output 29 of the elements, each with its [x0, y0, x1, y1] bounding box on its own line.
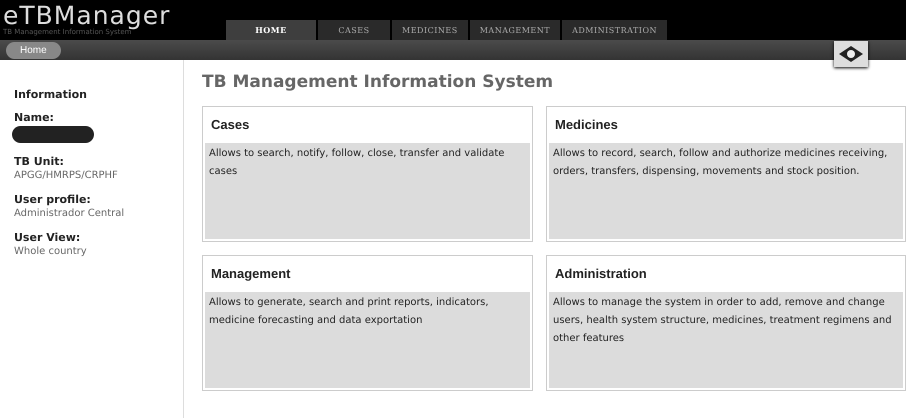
nav-tab[interactable]: MANAGEMENT	[470, 20, 560, 40]
module-card[interactable]: Cases Allows to search, notify, follow, close, transfer and validate cases	[202, 106, 533, 242]
nav-tab[interactable]: HOME	[226, 20, 316, 40]
card-title: Management	[210, 265, 292, 283]
sidebar-heading: Information	[14, 88, 88, 101]
field-value: Whole country	[14, 246, 88, 257]
card-description: Allows to manage the system in order to add, remove and change users, health system structure, medicines, treatment regimens and other features	[549, 292, 903, 388]
field-label: TB Unit:	[14, 155, 65, 168]
field-label: Name:	[14, 111, 55, 124]
page-title: TB Management Information System	[202, 72, 554, 92]
card-title: Cases	[210, 116, 250, 134]
field-value: APGG/HMRPS/CRPHF	[14, 170, 119, 181]
card-title: Medicines	[554, 116, 619, 134]
card-description: Allows to record, search, follow and authorize medicines receiving, orders, transfers, dispensing, movements and stock position.	[549, 143, 903, 239]
module-card[interactable]: Administration Allows to manage the system in order to add, remove and change users, health system structure, medicines, treatment regimens and other features	[546, 255, 906, 391]
module-card[interactable]: Management Allows to generate, search and print reports, indicators, medicine forecasting and data exportation	[202, 255, 533, 391]
module-card[interactable]: Medicines Allows to record, search, follow and authorize medicines receiving, orders, transfers, dispensing, movements and stock position.	[546, 106, 906, 242]
nav-tab[interactable]: ADMINISTRATION	[562, 20, 667, 40]
card-description: Allows to generate, search and print reports, indicators, medicine forecasting and data exportation	[205, 292, 530, 388]
field-label: User View:	[14, 231, 82, 244]
logo-title: eTBManager	[3, 4, 172, 28]
nav-tab[interactable]: CASES	[318, 20, 390, 40]
nav-tab[interactable]: MEDICINES	[392, 20, 468, 40]
field-label: User profile:	[14, 193, 92, 206]
card-title: Administration	[554, 265, 648, 283]
card-description: Allows to search, notify, follow, close, transfer and validate cases	[205, 143, 530, 239]
field-value: Administrador Central	[14, 208, 126, 219]
flag-icon[interactable]	[834, 41, 868, 67]
breadcrumb[interactable]: Home	[6, 42, 61, 58]
